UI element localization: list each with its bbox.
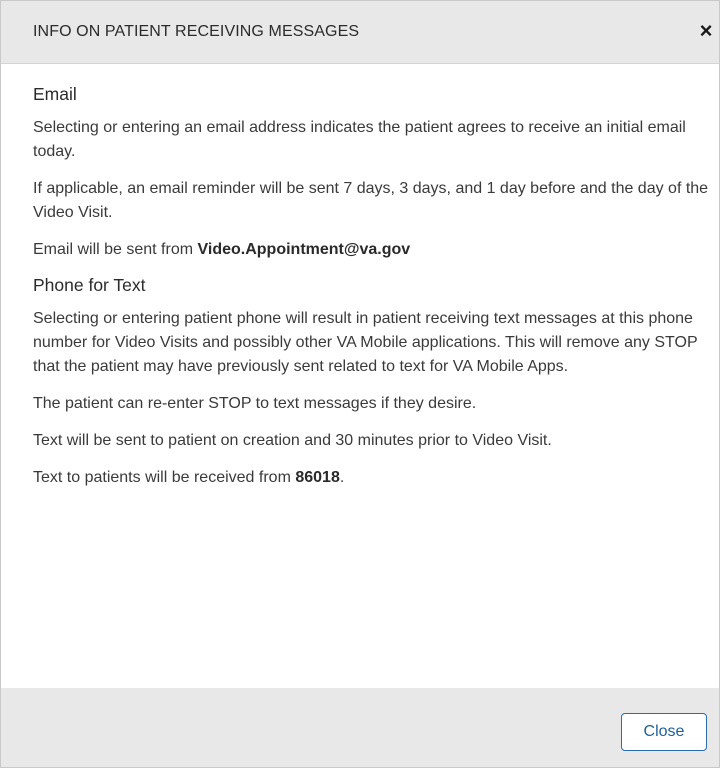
dialog-header: INFO ON PATIENT RECEIVING MESSAGES × bbox=[1, 1, 719, 64]
close-icon[interactable]: × bbox=[695, 18, 717, 44]
dialog-title: INFO ON PATIENT RECEIVING MESSAGES bbox=[33, 23, 360, 40]
close-button[interactable]: Close bbox=[621, 713, 707, 751]
phone-paragraph-source: Text to patients will be received from 8… bbox=[33, 466, 717, 490]
email-paragraph-reminders: If applicable, an email reminder will be… bbox=[33, 180, 709, 221]
dialog-footer: Close bbox=[1, 688, 719, 767]
email-sender-address: Video.Appointment@va.gov bbox=[197, 241, 411, 258]
email-heading: Email bbox=[33, 84, 77, 104]
phone-paragraph-consent: Selecting or entering patient phone will… bbox=[33, 310, 698, 375]
info-dialog: INFO ON PATIENT RECEIVING MESSAGES × Ema… bbox=[0, 0, 720, 768]
phone-paragraph-stop: The patient can re-enter STOP to text me… bbox=[33, 395, 477, 412]
email-paragraph-agreement: Selecting or entering an email address i… bbox=[33, 119, 686, 160]
phone-paragraph-timing: Text will be sent to patient on creation… bbox=[33, 432, 552, 449]
dialog-body: Email Selecting or entering an email add… bbox=[33, 64, 717, 490]
phone-source-prefix: Text to patients will be received from bbox=[33, 469, 296, 486]
phone-short-code: 86018 bbox=[295, 469, 340, 486]
email-paragraph-sender: Email will be sent from Video.Appointmen… bbox=[33, 238, 717, 262]
phone-source-suffix: . bbox=[339, 469, 345, 486]
email-sender-prefix: Email will be sent from bbox=[33, 241, 198, 258]
phone-heading: Phone for Text bbox=[33, 275, 146, 295]
